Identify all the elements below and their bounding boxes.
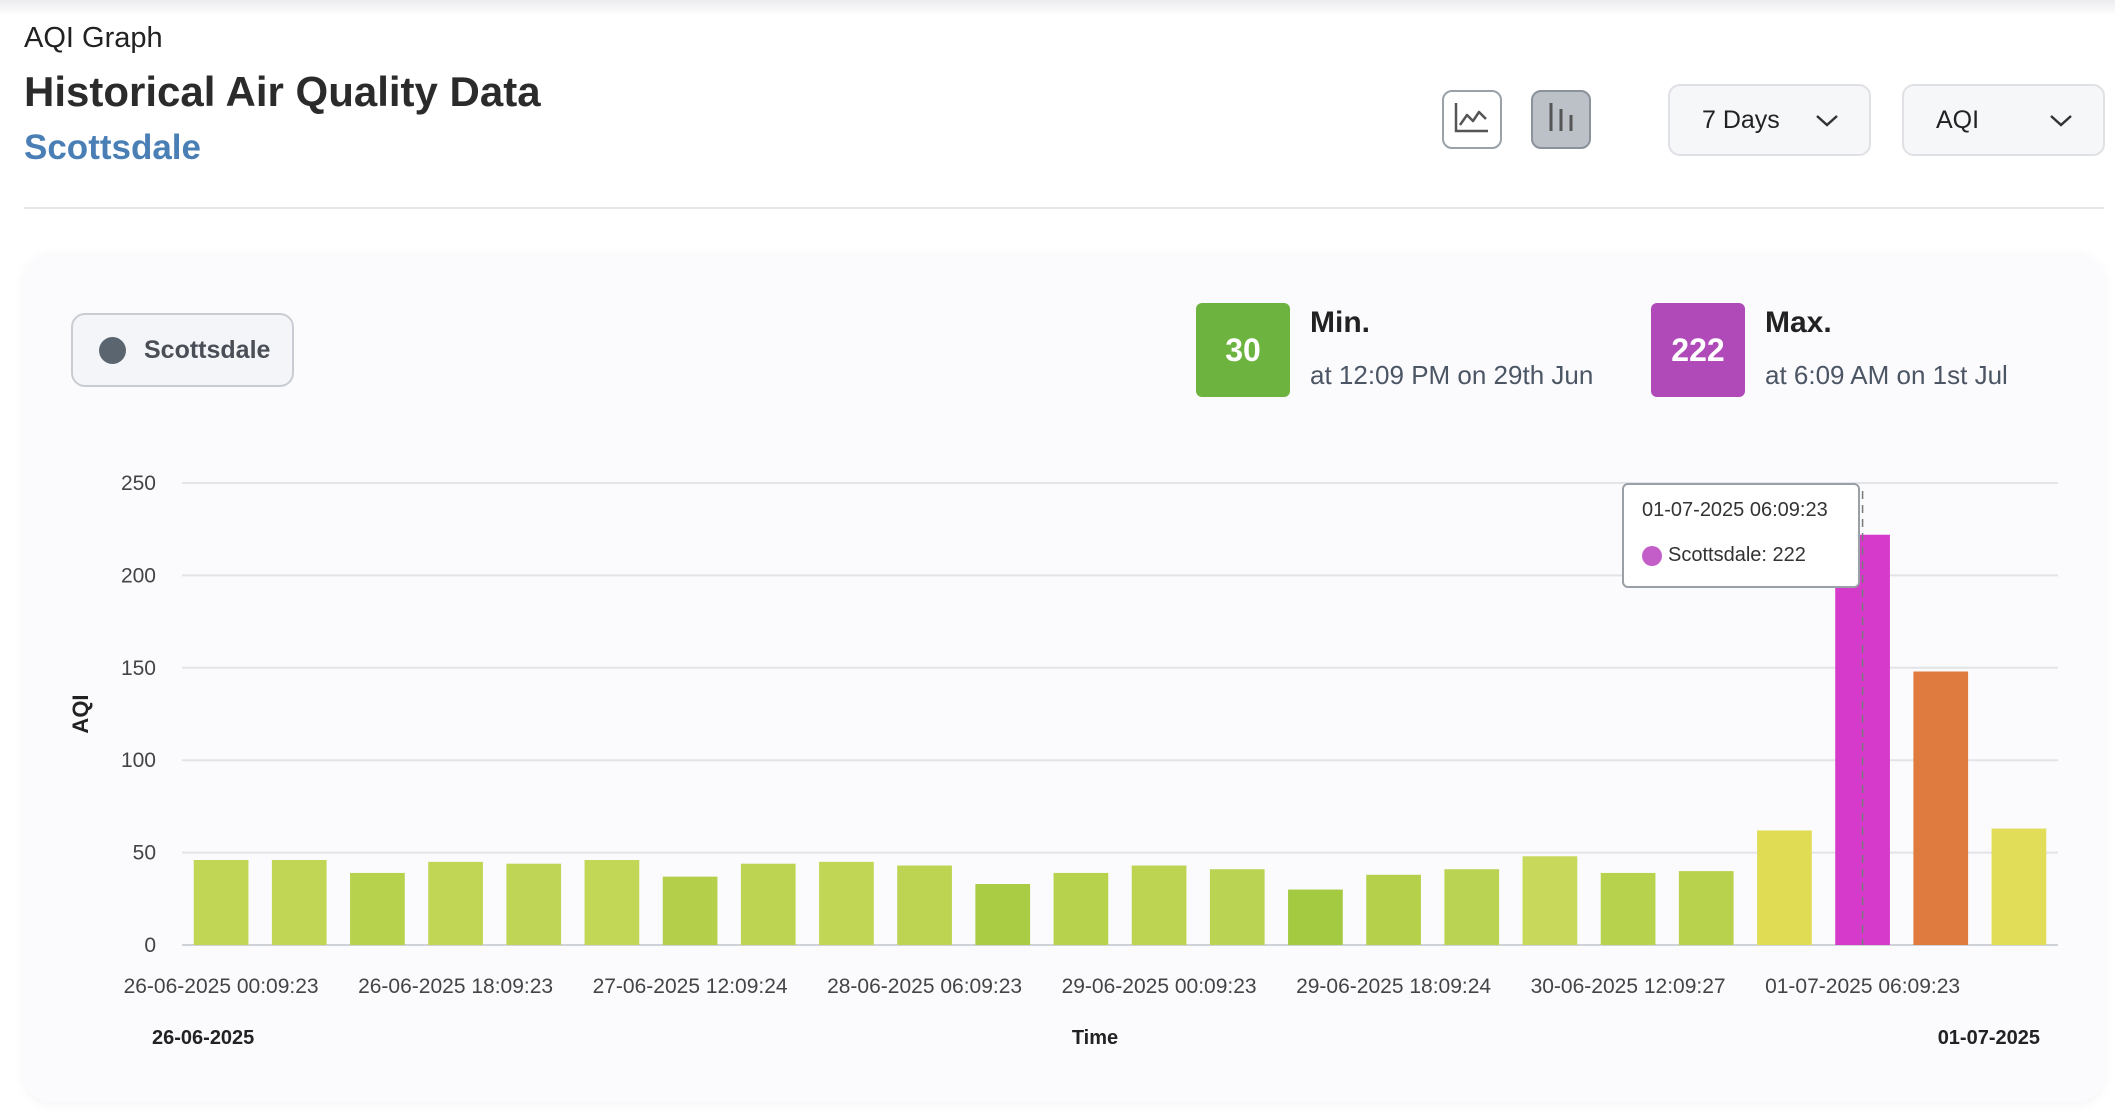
bar xyxy=(584,859,640,945)
y-tick-label: 50 xyxy=(133,842,156,865)
chart-tooltip: 01-07-2025 06:09:23 Scottsdale: 222 xyxy=(1622,483,1860,588)
bar xyxy=(193,859,249,945)
bar xyxy=(271,859,327,945)
bar xyxy=(1209,869,1265,945)
bar xyxy=(740,863,796,945)
x-axis-label: Time xyxy=(1072,1027,1118,1049)
tooltip-series-dot xyxy=(1642,545,1662,566)
tooltip-timestamp: 01-07-2025 06:09:23 xyxy=(1642,499,1828,521)
bar xyxy=(1991,828,2047,945)
x-range-end-label: 01-07-2025 xyxy=(1938,1027,2040,1049)
y-tick-label: 200 xyxy=(121,564,156,587)
bar xyxy=(1522,856,1578,945)
x-tick-label: 30-06-2025 12:09:27 xyxy=(1531,975,1726,998)
bar xyxy=(897,865,952,945)
bar xyxy=(1600,872,1656,945)
x-tick-label: 27-06-2025 12:09:24 xyxy=(593,975,788,998)
bar xyxy=(975,884,1031,945)
bar xyxy=(1366,874,1421,945)
bar xyxy=(1913,671,1969,945)
y-tick-label: 0 xyxy=(144,934,156,957)
x-tick-label: 26-06-2025 18:09:23 xyxy=(358,975,553,998)
bar xyxy=(662,876,718,945)
bar xyxy=(1678,871,1734,945)
bar xyxy=(1053,872,1109,945)
y-tick-label: 100 xyxy=(121,749,156,772)
bar xyxy=(1131,865,1187,945)
x-tick-label: 01-07-2025 06:09:23 xyxy=(1765,975,1960,998)
tooltip-value: Scottsdale: 222 xyxy=(1668,544,1806,566)
x-tick-label: 29-06-2025 00:09:23 xyxy=(1062,975,1257,998)
x-tick-label: 28-06-2025 06:09:23 xyxy=(827,975,1022,998)
bar xyxy=(1444,869,1500,945)
bar xyxy=(1288,889,1343,945)
bar xyxy=(506,863,562,945)
bar xyxy=(1757,830,1812,945)
bar xyxy=(819,861,874,945)
bar xyxy=(428,861,483,945)
y-tick-label: 250 xyxy=(121,472,156,495)
x-range-start-label: 26-06-2025 xyxy=(152,1027,254,1049)
bar xyxy=(350,872,405,945)
y-axis-label: AQI xyxy=(68,694,93,733)
x-tick-label: 29-06-2025 18:09:24 xyxy=(1296,975,1491,998)
y-tick-label: 150 xyxy=(121,657,156,680)
x-tick-label: 26-06-2025 00:09:23 xyxy=(124,975,319,998)
